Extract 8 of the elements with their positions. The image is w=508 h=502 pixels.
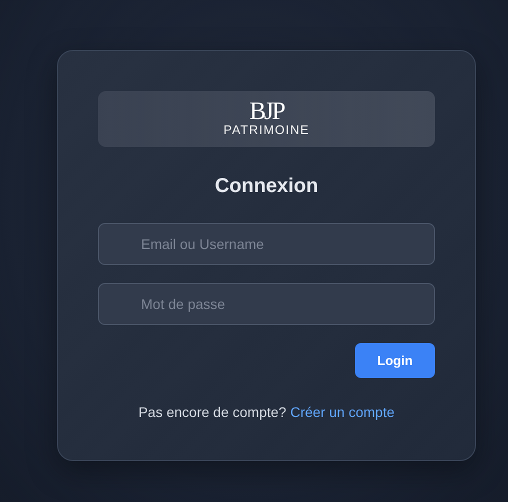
- signup-prompt: Pas encore de compte?: [138, 404, 286, 420]
- email-field[interactable]: Email ou Username: [98, 223, 435, 265]
- password-field[interactable]: Mot de passe: [98, 283, 435, 325]
- signup-link[interactable]: Créer un compte: [290, 404, 395, 420]
- form-title: Connexion: [214, 174, 318, 199]
- logo-mark: BJP: [249, 101, 284, 123]
- logo-name: PATRIMOINE: [224, 123, 310, 137]
- login-button[interactable]: Login: [355, 343, 435, 378]
